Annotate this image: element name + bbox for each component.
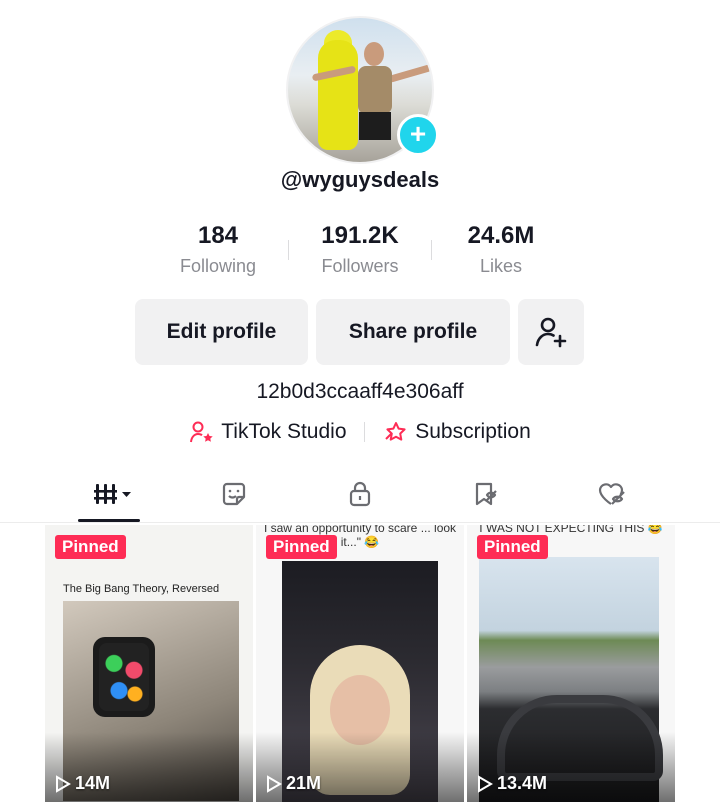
subscription-link[interactable]: Subscription <box>383 420 531 444</box>
play-icon <box>56 774 71 793</box>
edit-profile-button[interactable]: Edit profile <box>135 299 308 365</box>
stat-likes-label: Likes <box>479 256 523 276</box>
stat-following-label: Following <box>179 256 257 276</box>
subscription-star-icon <box>385 422 406 442</box>
video-top-caption: I WAS NOT EXPECTING THIS 😂 <box>479 525 663 535</box>
play-icon <box>478 774 493 793</box>
pinned-badge: Pinned <box>266 535 337 559</box>
tabs-divider <box>0 522 720 523</box>
view-count-value: 14M <box>75 773 111 793</box>
view-count: 14M <box>55 773 110 794</box>
private-lock-icon <box>349 481 371 507</box>
stat-likes[interactable]: 24.6M Likes <box>426 222 576 277</box>
stat-followers-value: 191.2K <box>321 222 399 249</box>
subscription-label: Subscription <box>415 420 531 444</box>
reposts-icon <box>222 482 246 506</box>
stat-likes-value: 24.6M <box>467 222 535 249</box>
person-star-icon <box>190 421 213 443</box>
tab-private[interactable] <box>330 472 390 516</box>
stat-following[interactable]: 184 Following <box>143 222 293 277</box>
view-count: 21M <box>266 773 321 794</box>
tab-liked[interactable] <box>582 472 642 516</box>
video-tile[interactable]: I saw an opportunity to scare ... look i… <box>256 525 464 802</box>
tiktok-studio-label: TikTok Studio <box>221 420 347 444</box>
video-tile[interactable]: I WAS NOT EXPECTING THIS 😂 Pinned 13.4M <box>467 525 675 802</box>
stat-followers-label: Followers <box>321 256 399 276</box>
view-count: 13.4M <box>477 773 547 794</box>
profile-links: TikTok Studio Subscription <box>0 420 720 444</box>
play-icon <box>267 774 282 793</box>
stat-followers[interactable]: 191.2K Followers <box>285 222 435 277</box>
tiktok-studio-link[interactable]: TikTok Studio <box>189 420 347 444</box>
pinned-badge: Pinned <box>477 535 548 559</box>
add-photo-plus-icon[interactable]: + <box>397 114 439 156</box>
tab-reposts[interactable] <box>204 472 264 516</box>
tab-favorites[interactable] <box>456 472 516 516</box>
username: @wyguysdeals <box>280 167 440 192</box>
link-separator <box>364 422 366 443</box>
favorites-icon <box>475 482 497 506</box>
add-friend-button[interactable] <box>518 299 584 365</box>
bio-text: 12b0d3ccaaff4e306aff <box>256 380 464 403</box>
view-count-value: 21M <box>286 773 322 793</box>
video-caption: The Big Bang Theory, Reversed <box>63 583 220 595</box>
video-tile[interactable]: The Big Bang Theory, Reversed Pinned 14M <box>45 525 253 802</box>
liked-icon <box>598 483 625 505</box>
pinned-badge: Pinned <box>55 535 126 559</box>
share-profile-button[interactable]: Share profile <box>316 299 510 365</box>
tab-videos[interactable] <box>82 472 142 516</box>
add-friend-icon <box>535 317 567 348</box>
view-count-value: 13.4M <box>497 773 548 793</box>
stat-following-value: 184 <box>197 222 239 249</box>
profile-avatar[interactable]: + <box>286 16 439 164</box>
videos-grid-icon <box>94 484 131 504</box>
